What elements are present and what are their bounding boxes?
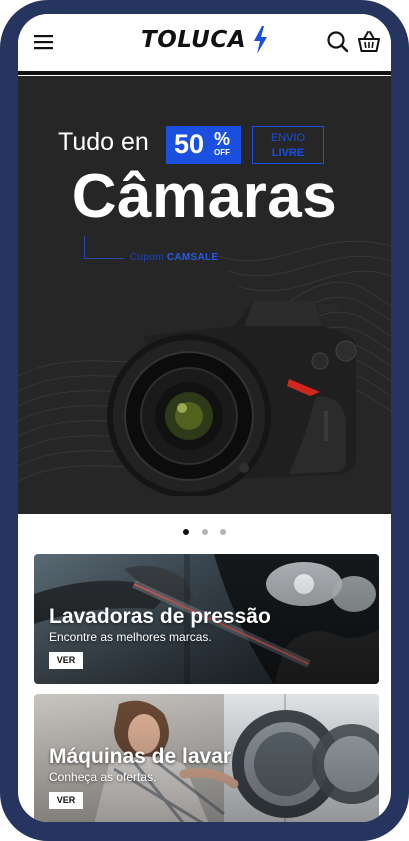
coupon-label: Cupom <box>130 252 164 263</box>
category-card-pressure-washers[interactable]: Lavadoras de pressão Encontre as melhore… <box>34 554 379 684</box>
search-button[interactable] <box>324 28 352 56</box>
discount-badge: 50 % OFF <box>166 126 241 164</box>
carousel-dot-1[interactable] <box>183 529 190 535</box>
card-subtitle: Encontre as melhores marcas. <box>49 630 212 644</box>
card-title: Máquinas de lavar <box>49 745 232 768</box>
coupon-text: Cupom CAMSALE <box>130 252 218 263</box>
discount-off: OFF <box>214 148 230 157</box>
hero-banner[interactable]: Tudo en 50 % OFF ENVIO LIVRE Câmaras Cup… <box>18 76 391 514</box>
search-icon <box>327 31 349 53</box>
cart-button[interactable] <box>355 28 383 56</box>
hero-title: Câmaras <box>71 162 338 231</box>
shipping-line1: ENVIO <box>270 132 306 144</box>
coupon-info: Cupom CAMSALE <box>84 236 304 264</box>
shipping-line2: LIVRE <box>271 147 305 159</box>
hero-line1: Tudo en <box>58 128 149 156</box>
dslr-camera-image <box>107 301 357 496</box>
carousel-dot-2[interactable] <box>201 529 208 535</box>
lightning-bolt-icon <box>254 26 267 54</box>
card-subtitle: Conheça as ofertas. <box>49 770 157 784</box>
card-title: Lavadoras de pressão <box>49 605 271 628</box>
discount-number: 50 <box>174 129 205 159</box>
view-button[interactable]: VER <box>49 652 83 669</box>
carousel-dot-3[interactable] <box>219 529 226 535</box>
carousel-dots <box>18 522 391 536</box>
brand-name: TOLUCA <box>141 27 246 53</box>
category-card-washing-machines[interactable]: Máquinas de lavar Conheça as ofertas. VE… <box>34 694 379 822</box>
discount-percent: % <box>214 129 231 149</box>
shopping-basket-icon <box>358 31 380 52</box>
phone-frame: TOLUCA Tudo en 50 % OFF ENVIO LIVRE Câma… <box>0 0 409 841</box>
screen: TOLUCA Tudo en 50 % OFF ENVIO LIVRE Câma… <box>18 14 391 822</box>
header-divider <box>18 71 391 75</box>
site-header: TOLUCA <box>18 14 391 75</box>
coupon-decor-line <box>84 236 85 258</box>
coupon-decor-line <box>84 258 124 259</box>
view-button[interactable]: VER <box>49 792 83 809</box>
coupon-code: CAMSALE <box>166 252 219 263</box>
free-shipping-badge: ENVIO LIVRE <box>252 126 324 164</box>
